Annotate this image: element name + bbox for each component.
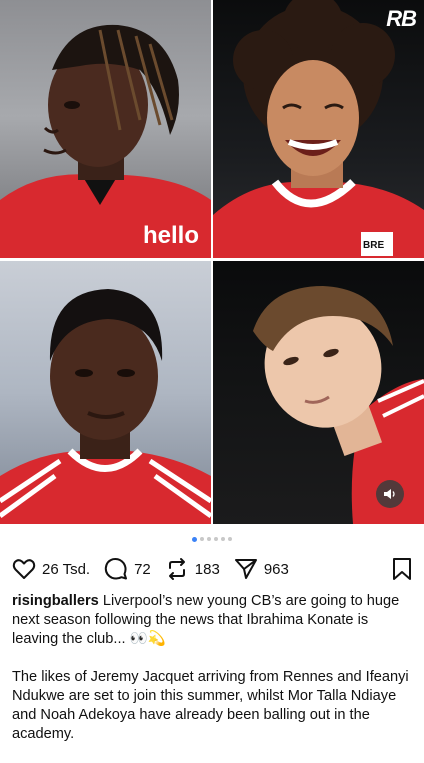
bookmark-icon: [393, 558, 411, 580]
jersey-sponsor-text: hello: [143, 222, 200, 249]
caption-paragraph-2: The likes of Jeremy Jacquet arriving fro…: [12, 669, 409, 742]
like-count: 26 Tsd.: [42, 560, 91, 578]
caption-username[interactable]: risingballers: [12, 593, 99, 609]
comment-count: 72: [134, 560, 151, 578]
share-button[interactable]: 963: [234, 557, 289, 581]
player-illustration: [213, 0, 424, 258]
player-photo-3[interactable]: [0, 261, 211, 524]
sound-toggle-button[interactable]: [376, 480, 404, 508]
save-button[interactable]: [392, 557, 412, 586]
player-illustration: [0, 289, 211, 524]
player-photo-1[interactable]: hello: [0, 0, 211, 258]
jersey-badge-text: BRE: [363, 240, 385, 251]
brand-watermark: RB: [386, 6, 417, 31]
repost-count: 183: [194, 560, 220, 578]
share-count: 963: [263, 560, 289, 578]
carousel-dot: [221, 537, 225, 541]
carousel-indicator: [0, 536, 424, 543]
post-actions-bar: 26 Tsd. 72 183 963: [12, 556, 412, 582]
caption-paragraph-1: risingballers Liverpool’s new young CB’s…: [12, 592, 412, 649]
comment-icon: [104, 557, 128, 580]
player-photo-4[interactable]: [213, 261, 424, 524]
speaker-icon: [384, 489, 395, 499]
player-illustration: [0, 24, 211, 258]
heart-icon: [12, 559, 36, 579]
photo-carousel[interactable]: hello BRE RB: [0, 0, 424, 524]
carousel-dot: [207, 537, 211, 541]
post-caption: risingballers Liverpool’s new young CB’s…: [12, 592, 412, 763]
carousel-dot: [200, 537, 204, 541]
repost-button[interactable]: 183: [165, 557, 220, 581]
player-photo-2[interactable]: BRE RB: [213, 0, 424, 258]
like-button[interactable]: 26 Tsd.: [12, 558, 90, 580]
carousel-dot: [228, 537, 232, 541]
send-icon: [234, 559, 257, 579]
repost-icon: [168, 558, 185, 580]
comment-button[interactable]: 72: [104, 557, 151, 581]
carousel-dot: [214, 537, 218, 541]
carousel-dot-active: [192, 536, 197, 542]
